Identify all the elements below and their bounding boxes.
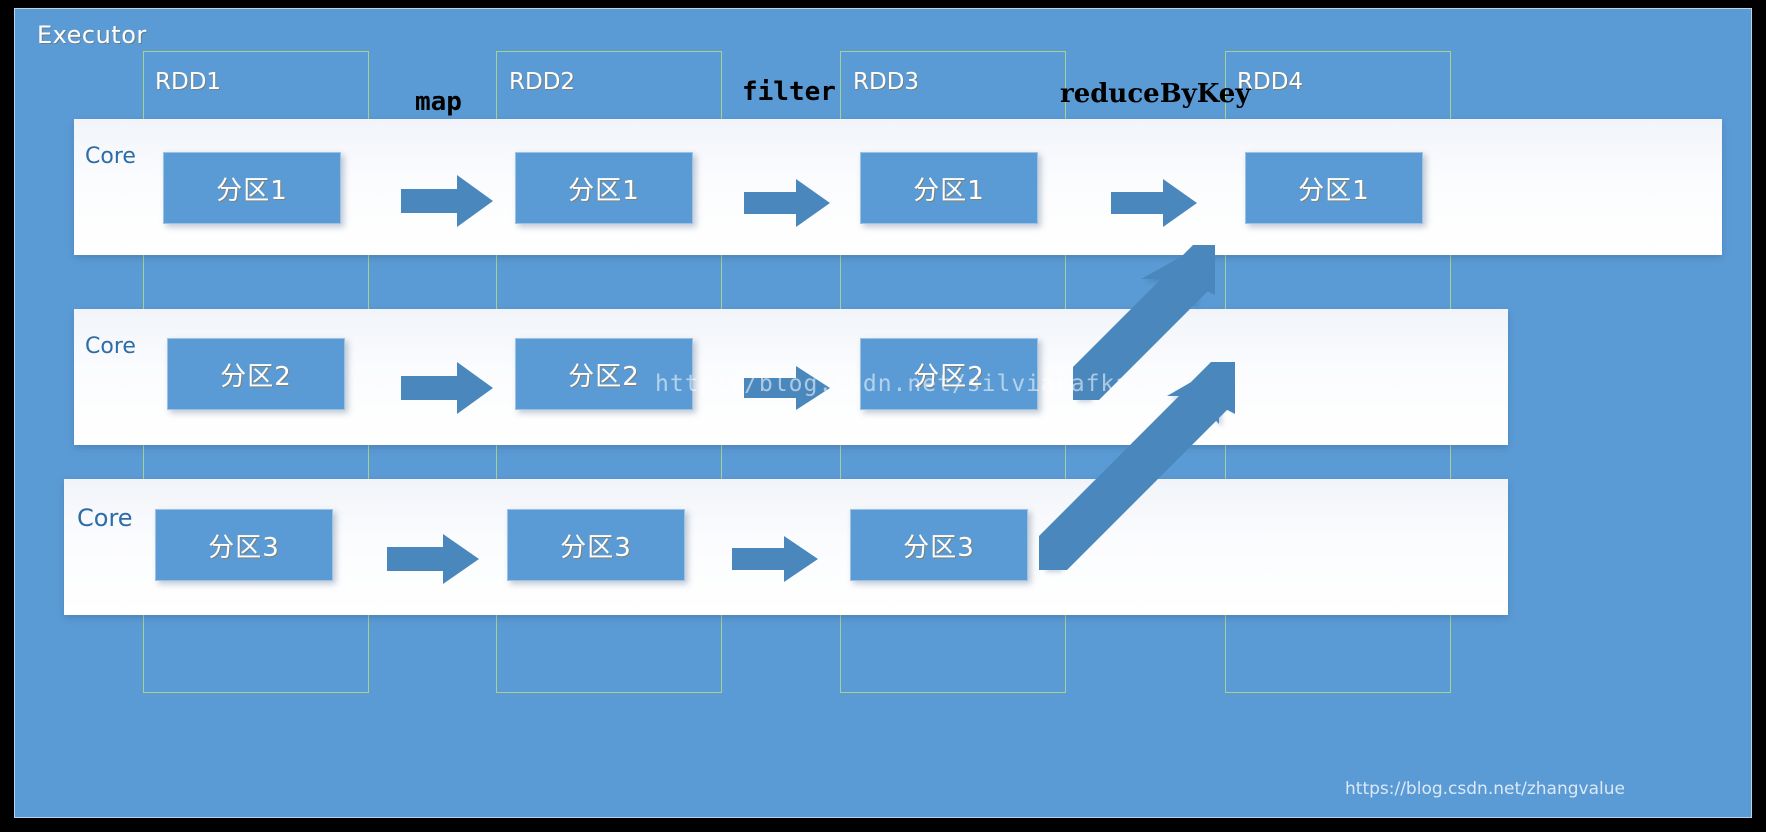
- executor-title: Executor: [37, 21, 147, 49]
- executor-panel: Executor Core Core Core RDD1 RDD2 RDD3 R…: [14, 8, 1752, 818]
- arrow-map-row2: [401, 362, 493, 414]
- partition-rdd2-p1: 分区1: [515, 152, 693, 224]
- partition-rdd1-p2: 分区2: [167, 338, 345, 410]
- partition-rdd2-p2: 分区2: [515, 338, 693, 410]
- partition-label: 分区2: [220, 361, 292, 392]
- partition-label: 分区1: [568, 175, 640, 206]
- operation-label-filter: filter: [742, 77, 836, 107]
- core-label-3: Core: [77, 504, 133, 532]
- watermark-corner: https://blog.csdn.net/zhangvalue: [1345, 779, 1625, 799]
- rdd-label-rdd3: RDD3: [853, 69, 920, 95]
- arrow-map-row1: [401, 175, 493, 227]
- shuffle-shaft-lower: [1039, 362, 1235, 570]
- partition-rdd3-p3: 分区3: [850, 509, 1028, 581]
- partition-rdd2-p3: 分区3: [507, 509, 685, 581]
- partition-rdd3-p2: 分区2: [860, 338, 1038, 410]
- partition-label: 分区2: [913, 361, 985, 392]
- arrow-filter-row1: [744, 179, 830, 227]
- diagram-canvas: Executor Core Core Core RDD1 RDD2 RDD3 R…: [0, 0, 1766, 832]
- partition-label: 分区3: [560, 532, 632, 563]
- arrow-map-row3: [387, 534, 479, 584]
- partition-label: 分区3: [208, 532, 280, 563]
- partition-rdd1-p1: 分区1: [163, 152, 341, 224]
- core-label-1: Core: [85, 144, 136, 169]
- arrow-reducebykey-row1: [1111, 179, 1197, 227]
- partition-label: 分区1: [216, 175, 288, 206]
- partition-label: 分区1: [913, 175, 985, 206]
- arrow-filter-row2: [744, 366, 830, 410]
- partition-rdd1-p3: 分区3: [155, 509, 333, 581]
- operation-label-reducebykey: reduceByKey: [1060, 79, 1251, 109]
- rdd-label-rdd1: RDD1: [155, 69, 222, 95]
- operation-label-map: map: [415, 87, 462, 117]
- partition-label: 分区1: [1298, 175, 1370, 206]
- partition-rdd3-p1: 分区1: [860, 152, 1038, 224]
- rdd-label-rdd2: RDD2: [509, 69, 576, 95]
- partition-label: 分区3: [903, 532, 975, 563]
- partition-label: 分区2: [568, 361, 640, 392]
- partition-rdd4-p1: 分区1: [1245, 152, 1423, 224]
- arrow-filter-row3: [732, 536, 818, 582]
- core-label-2: Core: [85, 334, 136, 359]
